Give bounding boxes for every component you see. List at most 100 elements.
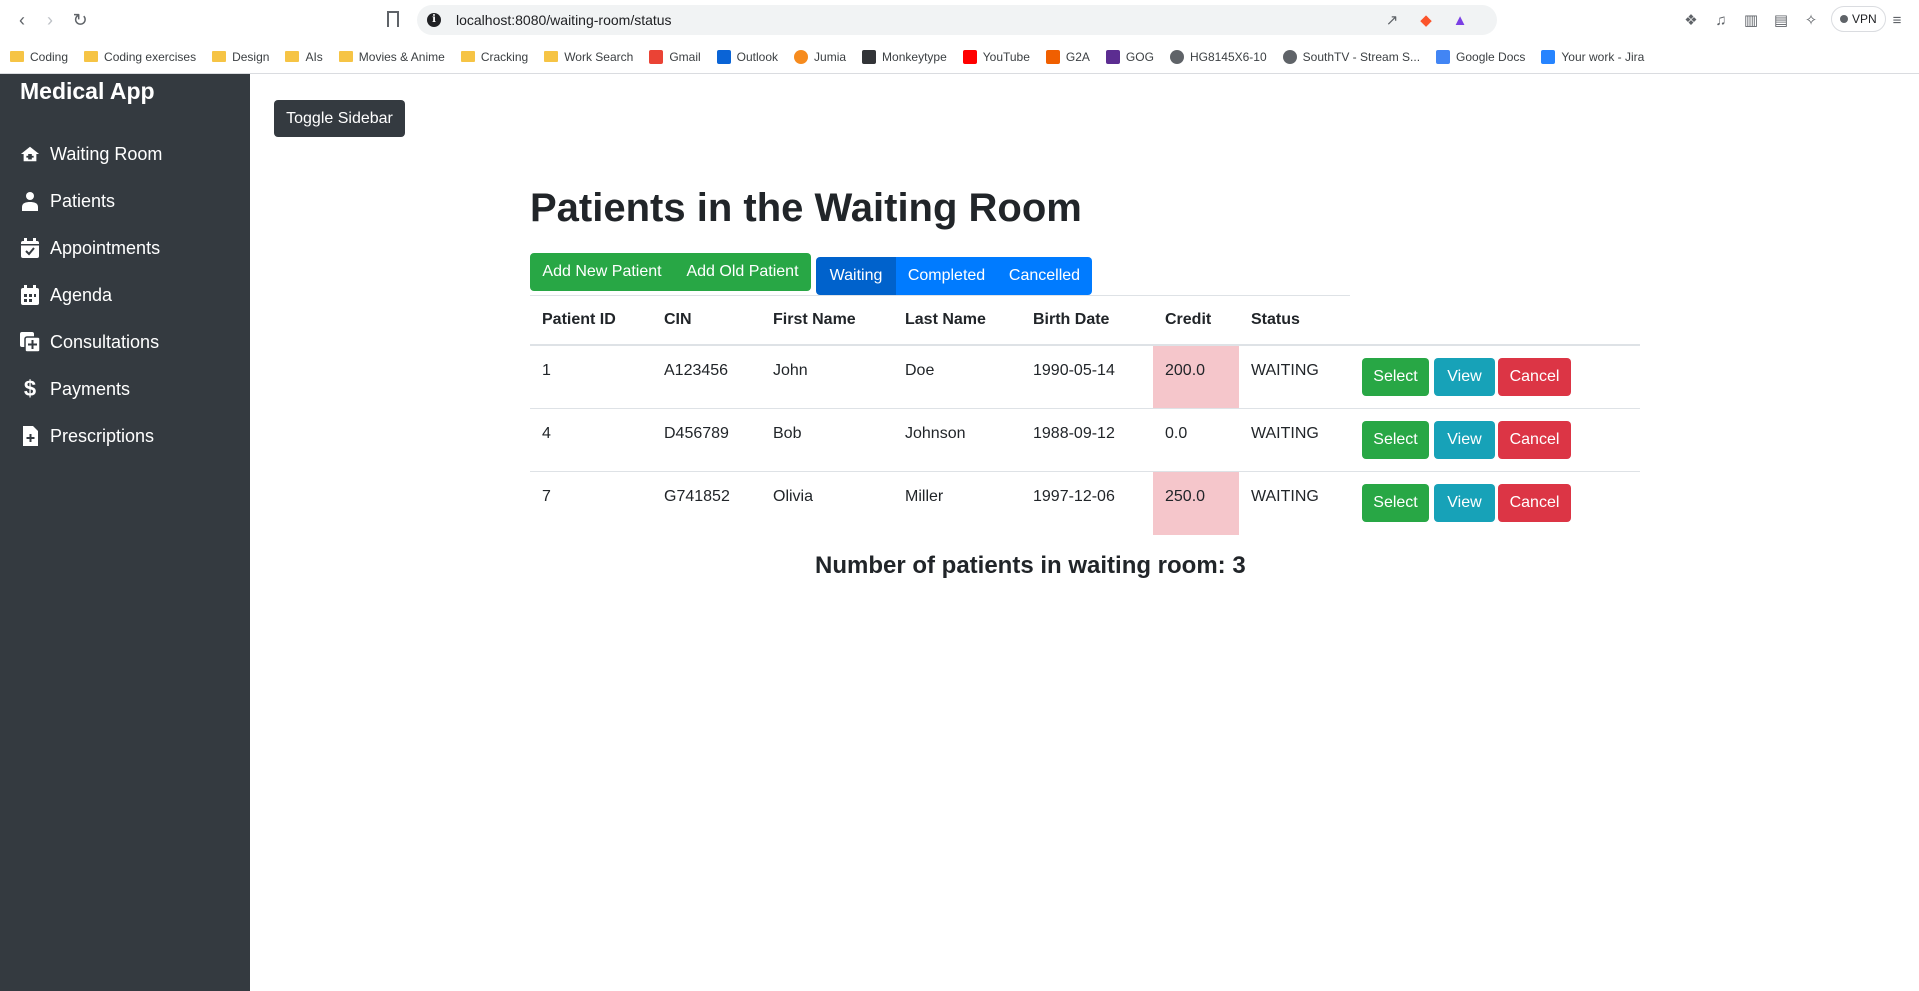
extensions-icon[interactable]: ❖ (1682, 11, 1700, 29)
folder-icon (212, 51, 227, 62)
bookmark-label: Your work - Jira (1561, 49, 1645, 64)
share-icon[interactable]: ↗ (1383, 11, 1401, 29)
bookmark-item[interactable]: SouthTV - Stream S... (1282, 49, 1420, 64)
sidebar-item-payments[interactable]: $ Payments (20, 376, 130, 402)
cell-last-name: Miller (905, 488, 944, 505)
bookmark-item[interactable]: Gmail (649, 49, 701, 64)
bookmark-item[interactable]: Work Search (544, 50, 633, 64)
folder-icon (544, 51, 559, 62)
toggle-sidebar-button[interactable]: Toggle Sidebar (274, 100, 405, 137)
calendar-grid-icon (20, 285, 40, 305)
sidebar-item-agenda[interactable]: Agenda (20, 282, 112, 308)
sidebar: Medical App Waiting Room Patients Appoin… (0, 74, 250, 991)
bookmark-item[interactable]: Movies & Anime (338, 50, 445, 64)
forward-icon[interactable]: › (38, 8, 62, 32)
sidebar-item-label: Patients (50, 190, 116, 211)
folder-icon (285, 51, 300, 62)
back-icon[interactable]: ‹ (10, 8, 34, 32)
bookmark-item[interactable]: YouTube (962, 49, 1030, 64)
bookmark-item[interactable]: Coding (10, 50, 68, 64)
column-header-patient-id: Patient ID (542, 311, 616, 328)
bookmark-item[interactable]: GOG (1105, 49, 1154, 64)
bookmark-item[interactable]: Monkeytype (862, 49, 947, 64)
gog-icon (1105, 49, 1120, 64)
bookmark-item[interactable]: Coding exercises (84, 50, 196, 64)
cell-patient-id: 7 (542, 488, 551, 505)
leo-ai-icon[interactable]: ✧ (1802, 11, 1820, 29)
site-info-icon[interactable]: i (427, 13, 441, 27)
cell-status: WAITING (1251, 362, 1319, 379)
bookmark-item[interactable]: G2A (1045, 49, 1090, 64)
media-icon[interactable]: ♫ (1712, 11, 1730, 29)
cell-credit: 0.0 (1165, 425, 1188, 442)
cell-cin: A123456 (664, 362, 729, 379)
add-new-patient-button[interactable]: Add New Patient (530, 253, 674, 291)
sidebar-item-patients[interactable]: Patients (20, 188, 115, 214)
bookmark-item[interactable]: Outlook (716, 49, 778, 64)
bookmark-item[interactable]: HG8145X6-10 (1169, 49, 1267, 64)
filter-completed-button[interactable]: Completed (896, 257, 997, 295)
view-button[interactable]: View (1434, 421, 1495, 459)
app-brand: Medical App (20, 78, 155, 104)
cancel-button[interactable]: Cancel (1498, 421, 1571, 459)
table-top-border (530, 295, 1350, 296)
bookmark-label: GOG (1125, 49, 1154, 64)
brave-rewards-icon[interactable]: ▲ (1451, 11, 1469, 29)
folder-icon (460, 51, 475, 62)
cancel-button[interactable]: Cancel (1498, 484, 1571, 522)
filter-cancelled-button[interactable]: Cancelled (997, 257, 1092, 295)
bookmark-label: Gmail (669, 49, 701, 64)
cell-patient-id: 4 (542, 425, 551, 442)
cancel-button[interactable]: Cancel (1498, 358, 1571, 396)
view-button[interactable]: View (1434, 484, 1495, 522)
column-header-birth-date: Birth Date (1033, 311, 1110, 328)
bookmark-item[interactable]: Cracking (460, 50, 528, 64)
folder-icon (84, 51, 99, 62)
bookmark-item[interactable]: Google Docs (1436, 49, 1526, 64)
sidebar-item-label: Payments (50, 378, 131, 399)
bookmark-label: Google Docs (1456, 49, 1526, 64)
cell-first-name: Bob (773, 425, 802, 442)
bookmark-star-icon[interactable] (387, 11, 399, 27)
cell-birth-date: 1988-09-12 (1033, 425, 1115, 442)
youtube-icon (962, 49, 977, 64)
monkeytype-icon (862, 49, 877, 64)
bookmark-item[interactable]: Jumia (794, 49, 847, 64)
globe-icon (1169, 49, 1184, 64)
bookmark-label: YouTube (982, 49, 1030, 64)
view-button[interactable]: View (1434, 358, 1495, 396)
folder-icon (338, 51, 353, 62)
add-old-patient-button[interactable]: Add Old Patient (674, 253, 811, 291)
clinic-house-icon (20, 144, 40, 164)
sidebar-item-consultations[interactable]: Consultations (20, 329, 159, 355)
cell-last-name: Johnson (905, 425, 966, 442)
sidebar-item-appointments[interactable]: Appointments (20, 235, 160, 261)
bookmark-item[interactable]: Your work - Jira (1541, 49, 1645, 64)
bookmark-item[interactable]: Design (212, 50, 269, 64)
filter-waiting-button[interactable]: Waiting (816, 257, 896, 295)
sidebar-icon[interactable]: ▥ (1742, 11, 1760, 29)
select-button[interactable]: Select (1362, 358, 1429, 396)
vpn-button[interactable]: VPN (1831, 6, 1886, 32)
cell-cin: G741852 (664, 488, 730, 505)
sidebar-item-waiting-room[interactable]: Waiting Room (20, 141, 162, 167)
address-bar[interactable]: i localhost:8080/waiting-room/status ↗ ◆… (417, 5, 1497, 35)
column-header-cin: CIN (664, 311, 692, 328)
gmail-icon (649, 49, 664, 64)
bookmark-label: HG8145X6-10 (1189, 49, 1267, 64)
url-text[interactable]: localhost:8080/waiting-room/status (456, 12, 672, 28)
browser-toolbar: ‹ › ↻ i localhost:8080/waiting-room/stat… (0, 0, 1919, 40)
menu-icon[interactable]: ≡ (1888, 11, 1906, 29)
select-button[interactable]: Select (1362, 484, 1429, 522)
cell-credit: 200.0 (1165, 362, 1206, 379)
bookmark-item[interactable]: AIs (285, 50, 323, 64)
reload-icon[interactable]: ↻ (68, 8, 92, 32)
sidebar-item-prescriptions[interactable]: Prescriptions (20, 423, 154, 449)
cell-credit: 250.0 (1165, 488, 1206, 505)
wallet-icon[interactable]: ▤ (1772, 11, 1790, 29)
file-medical-icon (20, 426, 40, 446)
cell-birth-date: 1997-12-06 (1033, 488, 1115, 505)
bookmark-label: Jumia (814, 49, 847, 64)
select-button[interactable]: Select (1362, 421, 1429, 459)
brave-shield-icon[interactable]: ◆ (1417, 11, 1435, 29)
